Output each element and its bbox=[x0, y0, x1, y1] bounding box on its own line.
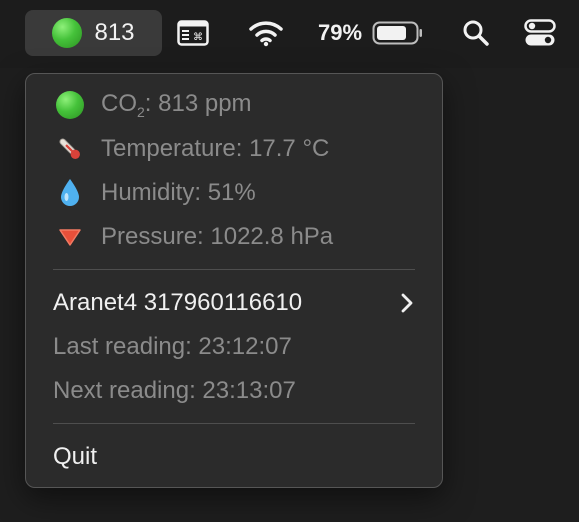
co2-reading-text: CO2: 813 ppm bbox=[101, 90, 252, 120]
wifi-icon[interactable] bbox=[247, 10, 285, 56]
control-center-icon[interactable] bbox=[523, 10, 557, 56]
aranet-dropdown-menu: CO2: 813 ppm Temperature: 17.7 °C Humidi… bbox=[25, 73, 443, 488]
next-reading-text: Next reading: 23:13:07 bbox=[53, 377, 296, 404]
quit-menu-item[interactable]: Quit bbox=[26, 437, 469, 477]
humidity-row: Humidity: 51% bbox=[26, 173, 442, 213]
separator bbox=[53, 423, 415, 424]
device-submenu-item[interactable]: Aranet4 317960116610 bbox=[26, 283, 442, 323]
status-dot-icon bbox=[52, 18, 83, 48]
last-reading-item: Last reading: 23:12:07 bbox=[26, 327, 469, 367]
menu-bar: 813 ⌘ 79% bbox=[0, 0, 579, 68]
next-reading-item: Next reading: 23:13:07 bbox=[26, 371, 469, 411]
window-command-icon[interactable]: ⌘ bbox=[176, 10, 210, 56]
battery-icon bbox=[372, 21, 424, 45]
svg-text:⌘: ⌘ bbox=[193, 32, 203, 43]
down-triangle-icon bbox=[56, 222, 84, 252]
separator bbox=[53, 269, 415, 270]
co2-status-item[interactable]: 813 bbox=[25, 10, 162, 56]
thermometer-icon bbox=[56, 134, 84, 164]
battery-status-item[interactable]: 79% bbox=[318, 10, 430, 56]
temperature-row: Temperature: 17.7 °C bbox=[26, 129, 442, 169]
temperature-text: Temperature: 17.7 °C bbox=[101, 135, 330, 162]
co2-status-value: 813 bbox=[94, 19, 135, 46]
chevron-right-icon bbox=[400, 292, 414, 321]
quit-label: Quit bbox=[53, 443, 98, 470]
last-reading-text: Last reading: 23:12:07 bbox=[53, 333, 292, 360]
pressure-text: Pressure: 1022.8 hPa bbox=[101, 223, 334, 250]
co2-reading-row: CO2: 813 ppm bbox=[26, 85, 442, 125]
status-dot-icon bbox=[56, 90, 84, 120]
battery-percent: 79% bbox=[318, 20, 363, 45]
device-name: Aranet4 317960116610 bbox=[53, 289, 303, 316]
pressure-row: Pressure: 1022.8 hPa bbox=[26, 217, 442, 257]
search-icon[interactable] bbox=[460, 10, 492, 56]
humidity-text: Humidity: 51% bbox=[101, 179, 256, 206]
droplet-icon bbox=[56, 178, 84, 208]
